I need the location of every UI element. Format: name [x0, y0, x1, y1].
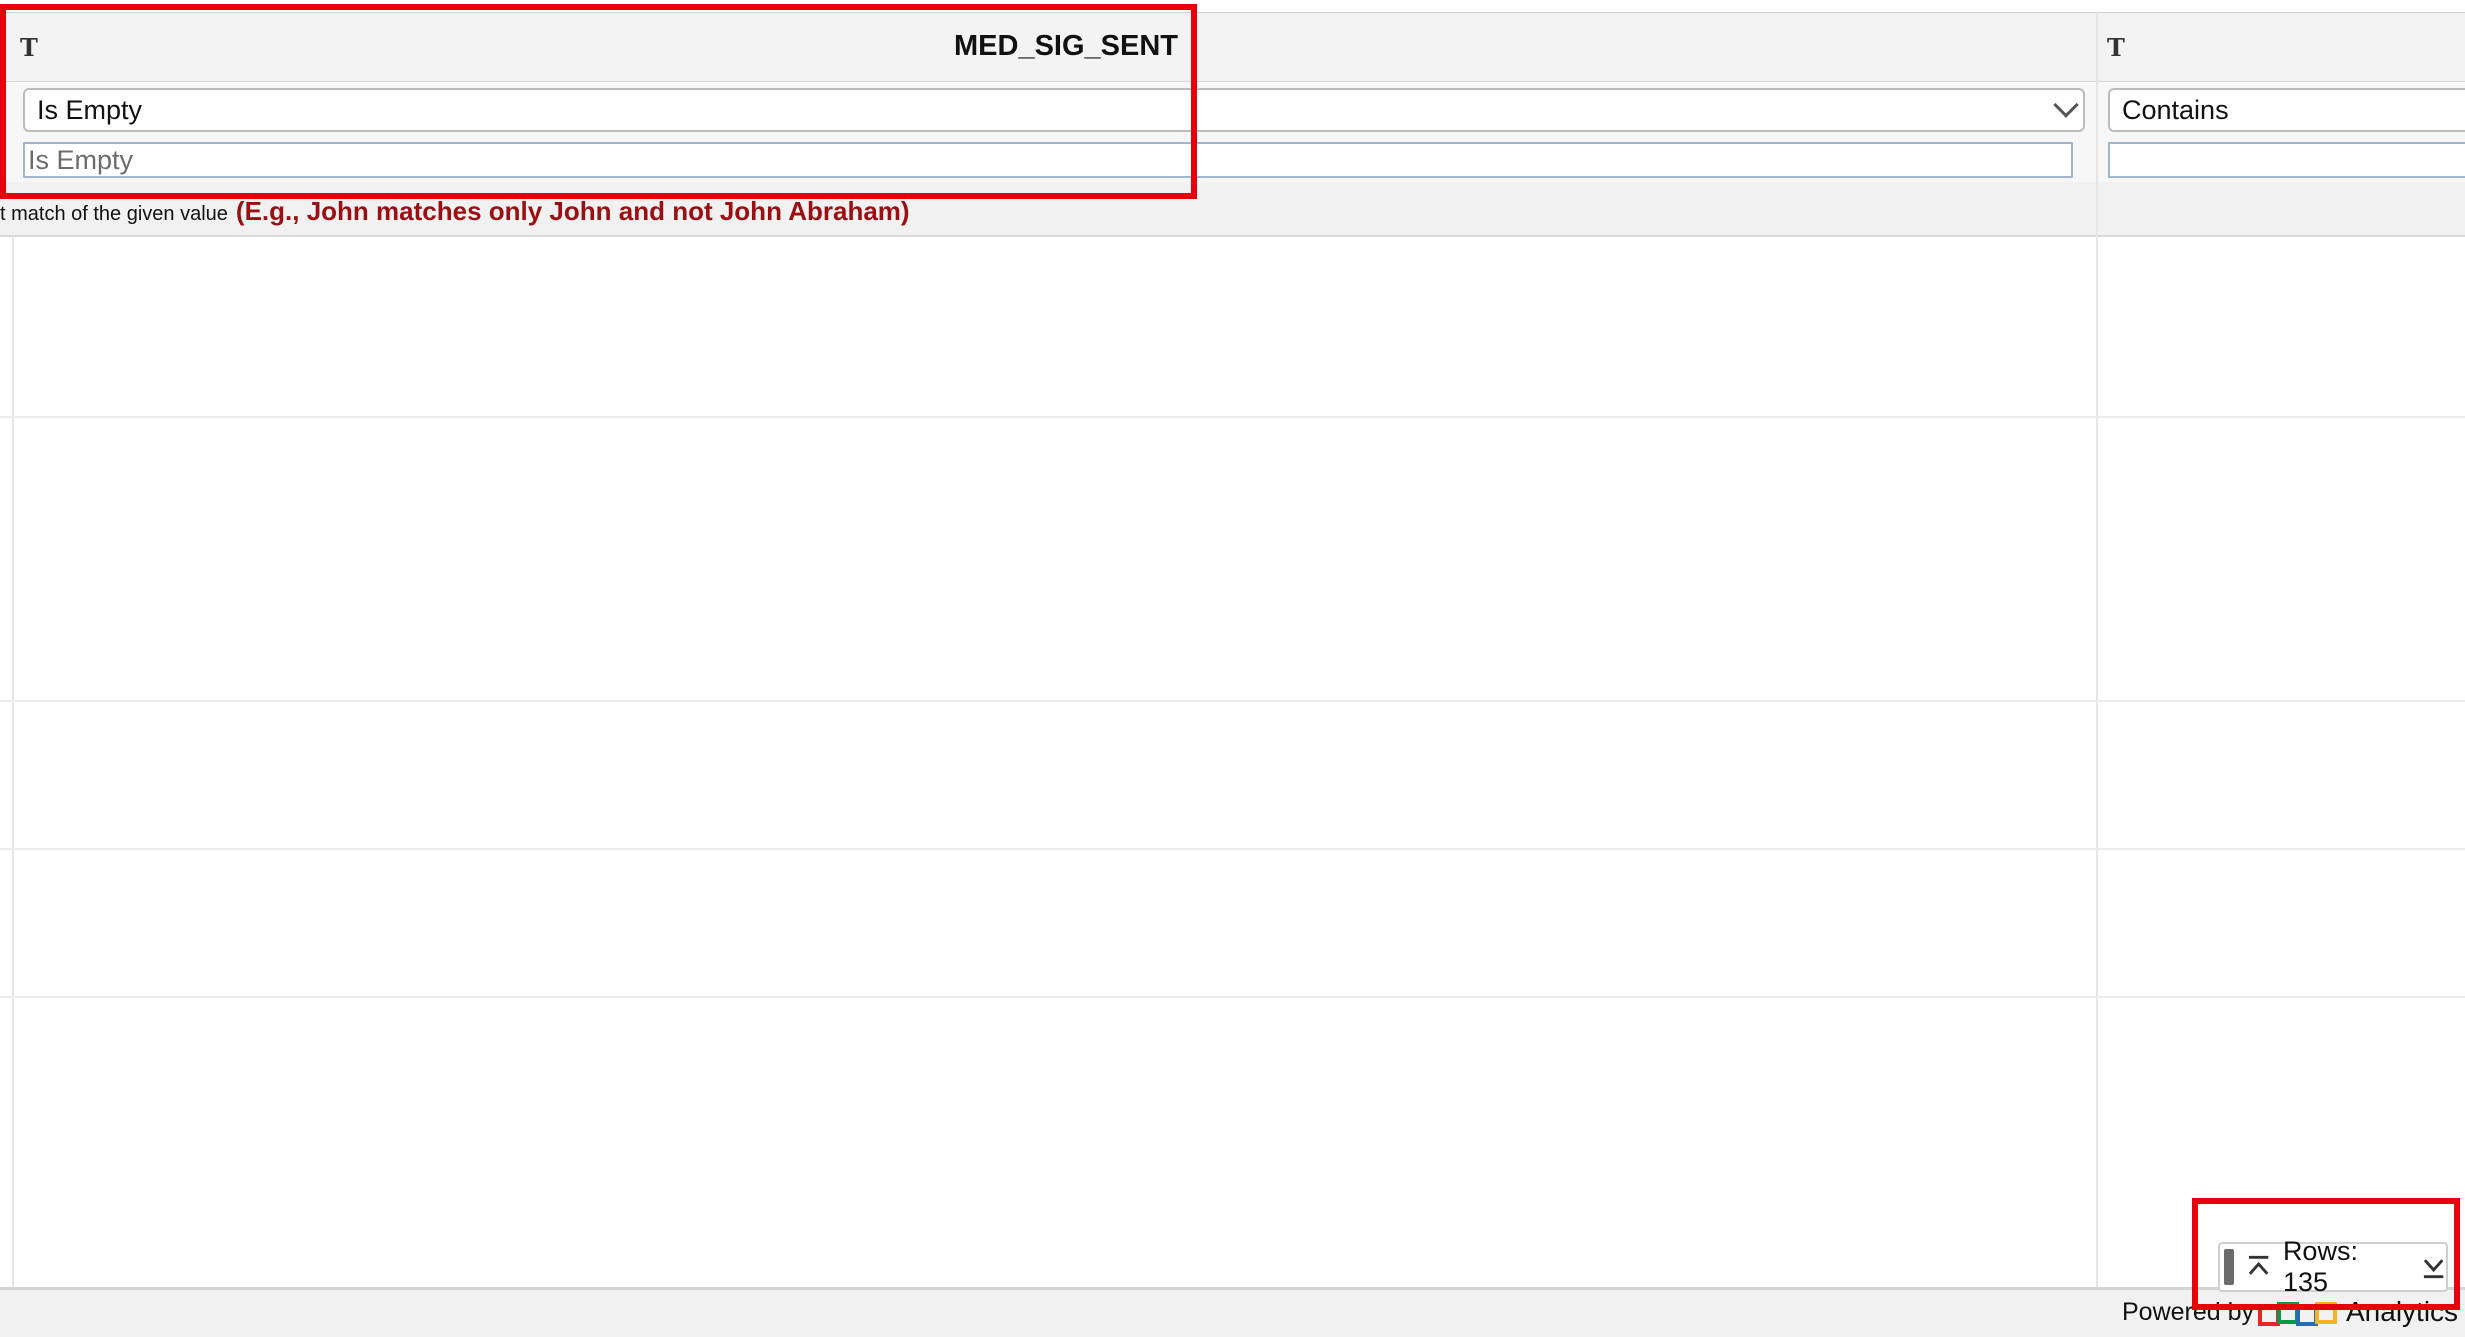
table-row-divider — [0, 700, 2465, 702]
chevron-down-icon — [2053, 92, 2079, 118]
filter-hint: t match of the given value (E.g., John m… — [0, 196, 910, 227]
column-divider — [2096, 12, 2098, 1287]
highlight-box-rows-indicator — [2192, 1198, 2460, 1310]
filter-operator-select-col2[interactable]: Contains — [2108, 88, 2465, 132]
hint-example: (E.g., John matches only John and not Jo… — [235, 196, 910, 226]
table-row-divider — [0, 416, 2465, 418]
filter-operator-value-col2: Contains — [2122, 94, 2229, 125]
table-row-divider — [0, 848, 2465, 850]
row-number-divider — [12, 237, 14, 1287]
text-type-icon: T — [2107, 33, 2125, 62]
filter-value-input-col2[interactable] — [2108, 142, 2465, 178]
footer-bar — [0, 1287, 2465, 1337]
highlight-box-column-filter — [0, 4, 1197, 199]
hint-prefix: t match of the given value — [0, 203, 228, 225]
table-row-divider — [0, 996, 2465, 998]
